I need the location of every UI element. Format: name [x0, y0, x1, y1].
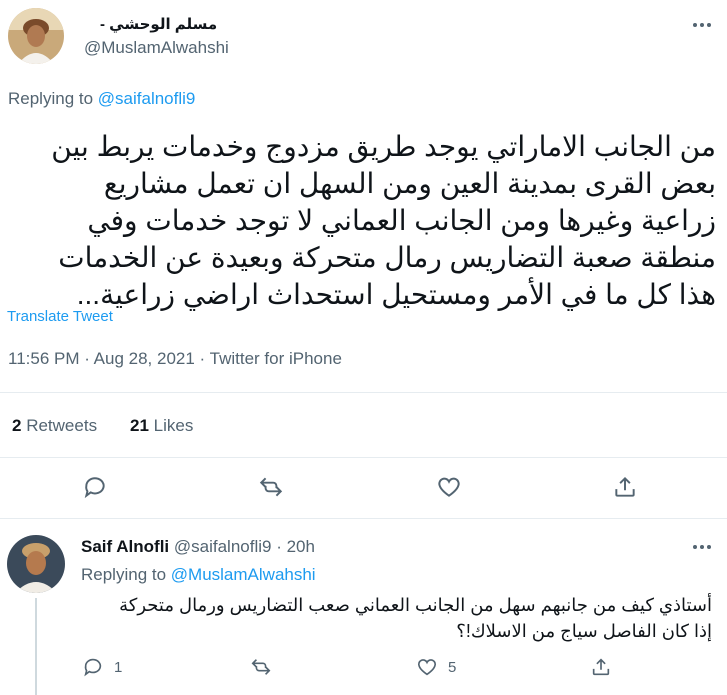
retweets-label: Retweets	[26, 416, 98, 435]
retweet-icon	[251, 659, 271, 675]
retweets-stat[interactable]: 2 Retweets	[12, 416, 97, 436]
divider	[0, 518, 727, 519]
likes-stat[interactable]: 21 Likes	[130, 416, 193, 436]
reply-replying-to-handle[interactable]: @MuslamAlwahshi	[171, 565, 316, 584]
reply-text-line: أستاذي كيف من جانبهم سهل من الجانب العما…	[119, 595, 712, 615]
reply-text: أستاذي كيف من جانبهم سهل من الجانب العما…	[60, 592, 712, 644]
reply-replying-to-label: Replying to	[81, 565, 171, 584]
divider	[0, 392, 727, 393]
reply-header: Saif Alnofli @saifalnofli9 · 20h	[81, 537, 315, 557]
replying-to: Replying to @saifalnofli9	[8, 89, 195, 109]
reply-like-button[interactable]: 5	[416, 656, 456, 678]
reply-author-name[interactable]: Saif Alnofli	[81, 537, 169, 556]
likes-count: 21	[130, 416, 149, 435]
reply-text-line: إذا كان الفاصل سياج من الاسلاك!؟	[456, 621, 712, 641]
reply-retweet-button[interactable]	[250, 656, 272, 678]
divider	[0, 457, 727, 458]
likes-label: Likes	[153, 416, 194, 435]
retweet-icon[interactable]	[258, 474, 288, 504]
tweet-text-line: بعض القرى بمدينة العين ومن السهل ان تعمل…	[103, 168, 716, 199]
retweets-count: 2	[12, 416, 22, 435]
thread-line	[35, 598, 37, 695]
reply-icon[interactable]	[82, 474, 112, 504]
tweet-text: من الجانب الاماراتي يوجد طريق مزدوج وخدم…	[6, 128, 716, 313]
reply-author-avatar[interactable]	[7, 535, 65, 593]
like-count: 5	[448, 658, 457, 676]
reply-reply-button[interactable]: 1	[82, 656, 122, 678]
reply-icon	[84, 658, 102, 677]
reply-share-button[interactable]	[590, 656, 612, 678]
share-icon	[592, 658, 610, 676]
author-name[interactable]: مسلم الوحشي -	[100, 15, 217, 33]
heart-icon[interactable]	[436, 474, 466, 504]
replying-to-label: Replying to	[8, 89, 98, 108]
tweet-text-line: زراعية وغيرها ومن الجانب العماني لا توجد…	[87, 205, 716, 236]
tweet-meta: 11:56 PM · Aug 28, 2021 · Twitter for iP…	[8, 349, 342, 368]
reply-count: 1	[114, 658, 123, 676]
more-options-icon[interactable]	[687, 17, 717, 33]
reply-replying-to: Replying to @MuslamAlwahshi	[81, 565, 316, 585]
author-avatar[interactable]	[8, 8, 64, 64]
tweet-text-line: من الجانب الاماراتي يوجد طريق مزدوج وخدم…	[51, 131, 716, 162]
tweet-text-line: منطقة صعبة التضاريس رمال متحركة وبعيدة ع…	[58, 242, 716, 273]
reply-more-options-icon[interactable]	[687, 539, 717, 555]
replying-to-handle[interactable]: @saifalnofli9	[98, 89, 196, 108]
share-icon[interactable]	[612, 474, 642, 504]
reply-author-handle[interactable]: @saifalnofli9 · 20h	[174, 537, 315, 556]
translate-tweet-link[interactable]: Translate Tweet	[7, 308, 113, 325]
heart-icon	[417, 659, 437, 676]
author-handle[interactable]: @MuslamAlwahshi	[84, 38, 229, 58]
